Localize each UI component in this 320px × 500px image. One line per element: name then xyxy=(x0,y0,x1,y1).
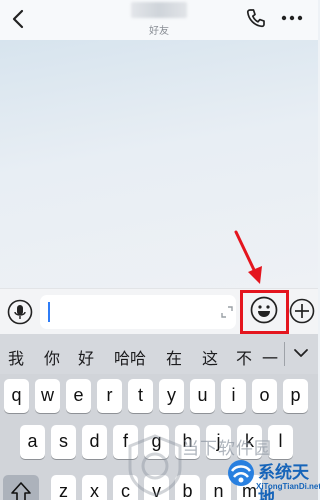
key-e[interactable]: e xyxy=(66,379,91,413)
key-y[interactable]: y xyxy=(159,379,184,413)
watermark-logo-en: XiTongTianDi.net xyxy=(256,482,320,491)
more-icon[interactable] xyxy=(280,7,304,29)
key-w[interactable]: w xyxy=(35,379,60,413)
shift-key[interactable] xyxy=(3,475,39,500)
text-caret xyxy=(48,302,50,322)
candidate-item[interactable]: 一 xyxy=(262,345,278,369)
key-t[interactable]: t xyxy=(128,379,153,413)
microphone-icon[interactable] xyxy=(7,299,33,325)
ime-candidate-bar: 我 你 好 哈哈 在 这 不 一 xyxy=(0,334,318,374)
key-p[interactable]: p xyxy=(283,379,308,413)
key-o[interactable]: o xyxy=(252,379,277,413)
watermark-logo-icon xyxy=(228,460,254,486)
expand-icon[interactable] xyxy=(220,305,234,319)
key-r[interactable]: r xyxy=(97,379,122,413)
contact-name-blurred xyxy=(131,2,187,18)
plus-icon[interactable] xyxy=(289,298,315,324)
message-input[interactable] xyxy=(40,295,236,329)
key-d[interactable]: d xyxy=(82,425,107,459)
chat-header: 好友 xyxy=(0,0,318,40)
candidate-item[interactable]: 这 xyxy=(202,345,218,369)
watermark-logo: 系统天地 XiTongTianDi.net xyxy=(226,456,320,500)
key-i[interactable]: i xyxy=(221,379,246,413)
key-a[interactable]: a xyxy=(20,425,45,459)
candidate-item[interactable]: 你 xyxy=(44,345,60,369)
candidate-item[interactable]: 在 xyxy=(166,345,182,369)
key-s[interactable]: s xyxy=(51,425,76,459)
phone-icon[interactable] xyxy=(245,7,267,29)
chevron-down-icon[interactable] xyxy=(292,346,310,360)
key-z[interactable]: z xyxy=(51,475,76,500)
candidate-item[interactable]: 不 xyxy=(236,345,252,369)
candidate-item[interactable]: 好 xyxy=(78,345,94,369)
watermark-seal-icon xyxy=(128,434,182,497)
key-x[interactable]: x xyxy=(82,475,107,500)
key-q[interactable]: q xyxy=(4,379,29,413)
key-u[interactable]: u xyxy=(190,379,215,413)
chat-message-area[interactable] xyxy=(0,40,318,288)
candidate-divider xyxy=(284,342,285,366)
candidate-item[interactable]: 我 xyxy=(8,345,24,369)
annotation-arrow xyxy=(234,230,262,284)
candidate-item[interactable]: 哈哈 xyxy=(114,345,146,369)
emoji-highlight-box xyxy=(240,290,289,334)
watermark-logo-cn: 系统天地 xyxy=(258,463,309,500)
shift-arrow-icon xyxy=(11,482,31,500)
contact-subtitle: 好友 xyxy=(149,26,169,37)
